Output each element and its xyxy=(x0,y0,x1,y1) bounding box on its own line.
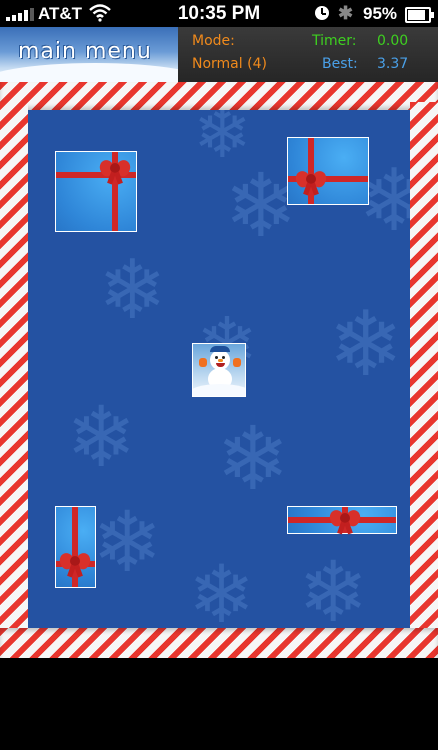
gift-box[interactable] xyxy=(55,151,137,232)
status-bar: AT&T 10:35 PM ✱ 95% xyxy=(0,0,438,27)
best-value: 3.37 xyxy=(377,56,409,72)
score-panel: Mode: Normal (4) Timer: 0.00 Best: 3.37 xyxy=(178,27,438,82)
battery-fill xyxy=(408,10,425,20)
gift-box[interactable] xyxy=(287,506,397,535)
mitten-icon xyxy=(199,358,207,367)
main-menu-button[interactable]: main menu xyxy=(0,27,178,82)
alarm-clock-icon xyxy=(315,6,329,20)
snowflake-icon: ❄ xyxy=(98,245,167,336)
battery-icon xyxy=(405,7,434,23)
snowflake-icon: ❄ xyxy=(298,545,369,628)
main-menu-label: main menu xyxy=(18,39,152,64)
mitten-icon xyxy=(233,358,241,367)
mode-value: Normal (4) xyxy=(192,56,267,72)
snowman-hat xyxy=(210,346,230,352)
timer-label: Timer: xyxy=(312,33,357,49)
battery-percent: 95% xyxy=(363,4,398,23)
snow-hill-decoration xyxy=(0,63,178,82)
candy-cane-border-left xyxy=(0,102,28,632)
candy-cane-border-bottom xyxy=(0,628,438,658)
game-header: main menu Mode: Normal (4) Timer: 0.00 B… xyxy=(0,27,438,82)
snowflake-icon: ❄ xyxy=(328,295,404,395)
snowman-player-tile[interactable] xyxy=(192,343,246,397)
bow-icon xyxy=(327,506,363,535)
bow-icon xyxy=(97,156,133,185)
bluetooth-icon: ✱ xyxy=(338,3,354,23)
bow-icon xyxy=(293,167,329,196)
snowflake-icon: ❄ xyxy=(216,409,290,508)
gift-box[interactable] xyxy=(287,137,369,205)
snowflake-icon: ❄ xyxy=(92,495,163,589)
timer-value: 0.00 xyxy=(377,33,409,49)
bow-icon xyxy=(57,549,93,578)
snowflake-icon: ❄ xyxy=(66,390,137,484)
candy-cane-border-right xyxy=(410,102,438,632)
snowflake-icon: ❄ xyxy=(188,550,256,629)
candy-cane-border-top xyxy=(0,82,438,110)
game-board: ❄ ❄ ❄ ❄ ❄ ❄ ❄ ❄ ❄ ❄ ❄ xyxy=(0,82,438,658)
best-label: Best: xyxy=(322,56,358,72)
snowdrift xyxy=(193,384,245,396)
gift-box[interactable] xyxy=(55,506,96,588)
mode-label: Mode: xyxy=(192,33,235,49)
snowman-head xyxy=(210,350,230,370)
play-field: ❄ ❄ ❄ ❄ ❄ ❄ ❄ ❄ ❄ ❄ ❄ xyxy=(28,110,410,628)
